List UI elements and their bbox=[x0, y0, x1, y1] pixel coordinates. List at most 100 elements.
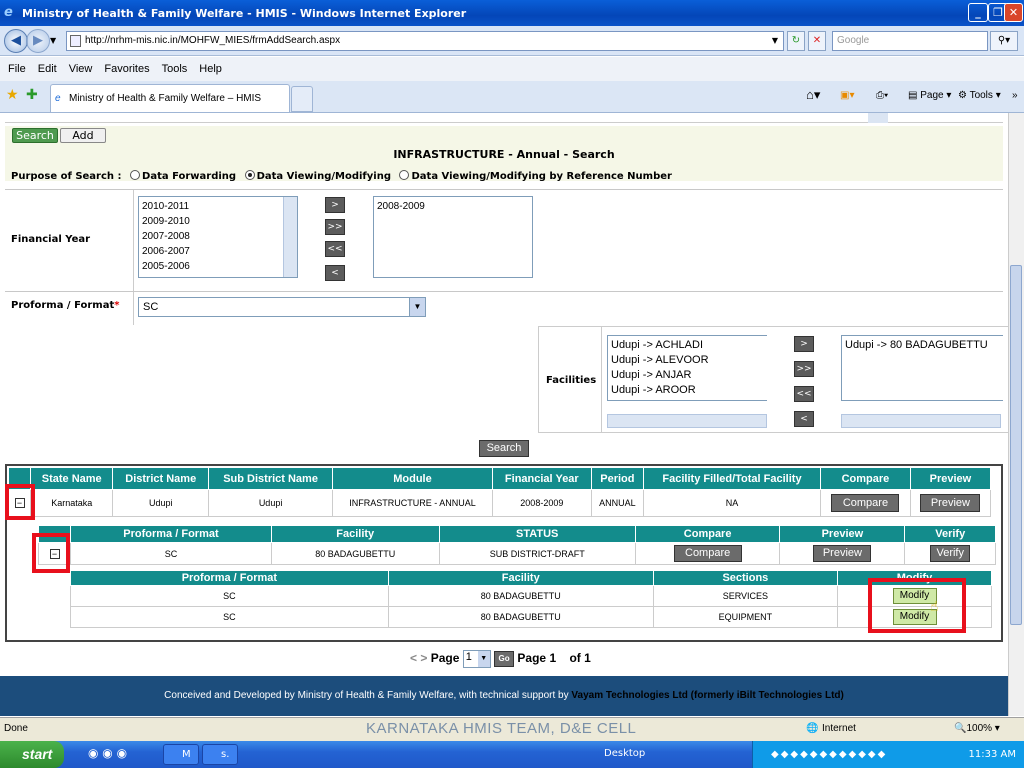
purpose-label: Purpose of Search : bbox=[11, 171, 122, 182]
chevron-down-icon[interactable]: ▼ bbox=[409, 298, 425, 316]
refresh-icon[interactable]: ↻ bbox=[787, 31, 805, 51]
task-ie[interactable]: M bbox=[163, 744, 199, 765]
menu-edit[interactable]: Edit bbox=[38, 63, 57, 75]
feeds-icon[interactable]: ▣▾ bbox=[840, 90, 854, 101]
toolbar-overflow-icon[interactable]: » bbox=[1012, 90, 1018, 101]
page-select[interactable]: 1 ▼ bbox=[462, 650, 491, 668]
facilities-label: Facilities bbox=[546, 375, 597, 386]
history-dropdown-icon[interactable]: ▼ bbox=[50, 36, 56, 45]
page-scrollbar-thumb[interactable] bbox=[1010, 265, 1022, 625]
year-move-all-left-button[interactable]: << bbox=[325, 241, 345, 257]
verify-button[interactable]: Verify bbox=[930, 545, 971, 562]
start-button[interactable]: start bbox=[0, 741, 64, 768]
new-tab-button[interactable] bbox=[291, 86, 313, 112]
zoom-control[interactable]: 🔍100% ▾ bbox=[954, 723, 1000, 734]
preview-button[interactable]: Preview bbox=[920, 494, 981, 512]
facility-option[interactable]: Udupi -> ANJAR bbox=[611, 368, 764, 383]
facilities-hscrollbar[interactable] bbox=[607, 414, 767, 428]
purpose-of-search: Purpose of Search : Data Forwarding Data… bbox=[11, 170, 672, 182]
desktop-toolbar-label[interactable]: Desktop bbox=[604, 748, 645, 759]
year-option[interactable]: 2009-2010 bbox=[142, 214, 294, 229]
print-icon[interactable]: ⎙▾ bbox=[876, 90, 888, 101]
cell-verify: Verify bbox=[904, 542, 996, 565]
years-available-list[interactable]: 2010-2011 2009-2010 2007-2008 2006-2007 … bbox=[138, 196, 298, 278]
cell-subdistrict: Udupi bbox=[208, 489, 334, 517]
search-tab[interactable]: Search bbox=[12, 128, 58, 143]
facilities-available-list[interactable]: Udupi -> ACHLADI Udupi -> ALEVOOR Udupi … bbox=[607, 335, 767, 401]
year-move-right-button[interactable]: > bbox=[325, 197, 345, 213]
table-row: − Karnataka Udupi Udupi INFRASTRUCTURE -… bbox=[8, 489, 992, 517]
year-option[interactable]: 2007-2008 bbox=[142, 229, 294, 244]
forward-button[interactable]: ▶ bbox=[26, 29, 50, 53]
compare-button[interactable]: Compare bbox=[831, 494, 900, 512]
grid-header-facility-filled: Facility Filled/Total Facility bbox=[642, 467, 822, 490]
stop-icon[interactable]: ✕ bbox=[808, 31, 826, 51]
menu-help[interactable]: Help bbox=[199, 63, 222, 75]
facility-move-left-button[interactable]: < bbox=[794, 411, 814, 427]
sub-preview-button[interactable]: Preview bbox=[813, 545, 872, 562]
year-option[interactable]: 2005-2006 bbox=[142, 259, 294, 274]
close-window-button[interactable]: ✕ bbox=[1004, 3, 1023, 22]
menu-view[interactable]: View bbox=[69, 63, 93, 75]
url-dropdown-icon[interactable]: ▼ bbox=[768, 32, 782, 50]
subgrid-header-preview: Preview bbox=[779, 525, 906, 543]
proforma-select[interactable]: SC ▼ bbox=[138, 297, 426, 317]
search-input[interactable]: Google bbox=[832, 31, 988, 51]
radio-reference-number[interactable] bbox=[399, 170, 410, 180]
window-title: Ministry of Health & Family Welfare - HM… bbox=[22, 6, 467, 20]
year-option[interactable]: 2010-2011 bbox=[142, 199, 294, 214]
facility-move-right-button[interactable]: > bbox=[794, 336, 814, 352]
year-option[interactable]: 2006-2007 bbox=[142, 244, 294, 259]
go-button[interactable]: Go bbox=[494, 651, 515, 667]
year-move-all-right-button[interactable]: >> bbox=[325, 219, 345, 235]
selected-facility-option[interactable]: Udupi -> 80 BADAGUBETTU bbox=[845, 338, 1000, 353]
table-row: SC 80 BADAGUBETTU EQUIPMENT Modify bbox=[70, 606, 992, 628]
facility-option[interactable]: Udupi -> AROOR bbox=[611, 383, 764, 398]
status-bar: Done KARNATAKA HMIS TEAM, D&E CELL 🌐 Int… bbox=[0, 717, 1024, 741]
top-strip bbox=[5, 113, 1003, 123]
grid-header-financial-year: Financial Year bbox=[491, 467, 592, 490]
page-menu[interactable]: ▤ Page ▾ bbox=[908, 90, 951, 101]
tray-icons[interactable]: ◆◆◆◆◆◆◆◆◆◆◆◆ bbox=[771, 741, 887, 768]
page-icon bbox=[70, 35, 81, 47]
url-input[interactable]: http://nrhm-mis.nic.in/MOHFW_MIES/frmAdd… bbox=[66, 31, 784, 51]
menu-file[interactable]: File bbox=[8, 63, 26, 75]
zone-icon: 🌐 bbox=[806, 723, 819, 734]
sections-header-sections: Sections bbox=[652, 570, 839, 586]
year-move-left-button[interactable]: < bbox=[325, 265, 345, 281]
radio-data-forwarding[interactable] bbox=[130, 170, 141, 180]
facility-move-all-left-button[interactable]: << bbox=[794, 386, 814, 402]
sub-compare-button[interactable]: Compare bbox=[673, 545, 742, 562]
cell-period: ANNUAL bbox=[590, 489, 644, 517]
tools-menu[interactable]: ⚙ Tools ▾ bbox=[958, 90, 1001, 101]
grid-header-compare: Compare bbox=[820, 467, 911, 490]
search-button[interactable]: Search bbox=[479, 440, 529, 457]
facility-move-all-right-button[interactable]: >> bbox=[794, 361, 814, 377]
pager-of-text: of 1 bbox=[569, 651, 591, 666]
quicklaunch-icons[interactable]: ◉ ◉ ◉ bbox=[88, 746, 127, 760]
search-icon[interactable]: ⚲▾ bbox=[990, 31, 1018, 51]
facilities-selected-list[interactable]: Udupi -> 80 BADAGUBETTU bbox=[841, 335, 1003, 401]
menu-tools[interactable]: Tools bbox=[162, 63, 188, 75]
favorites-star-icon[interactable]: ★ bbox=[6, 86, 19, 103]
minimize-button[interactable]: _ bbox=[968, 3, 988, 22]
page-content: Search Add INFRASTRUCTURE - Annual - Sea… bbox=[0, 113, 1008, 676]
add-tab[interactable]: Add bbox=[60, 128, 106, 143]
grid-header-period: Period bbox=[590, 467, 644, 490]
task-folder[interactable]: s. bbox=[202, 744, 238, 765]
menu-favorites[interactable]: Favorites bbox=[104, 63, 149, 75]
facility-option[interactable]: Udupi -> ACHLADI bbox=[611, 338, 764, 353]
selected-year-option[interactable]: 2008-2009 bbox=[377, 199, 529, 214]
radio-data-viewing[interactable] bbox=[244, 170, 255, 180]
chevron-down-icon[interactable]: ▼ bbox=[477, 651, 490, 667]
years-scrollbar[interactable] bbox=[283, 197, 297, 277]
selected-facilities-hscrollbar[interactable] bbox=[841, 414, 1001, 428]
facility-option[interactable]: Udupi -> ALEVOOR bbox=[611, 353, 764, 368]
cursor-pointer-icon: ☝ bbox=[930, 599, 939, 615]
years-selected-list[interactable]: 2008-2009 bbox=[373, 196, 533, 278]
tab-hmis[interactable]: e Ministry of Health & Family Welfare – … bbox=[50, 84, 290, 112]
pager-prev-next[interactable]: < > bbox=[410, 651, 427, 665]
add-favorites-icon[interactable]: ✚ bbox=[26, 86, 38, 103]
home-icon[interactable]: ⌂▾ bbox=[806, 87, 820, 103]
back-button[interactable]: ◀ bbox=[4, 29, 28, 53]
